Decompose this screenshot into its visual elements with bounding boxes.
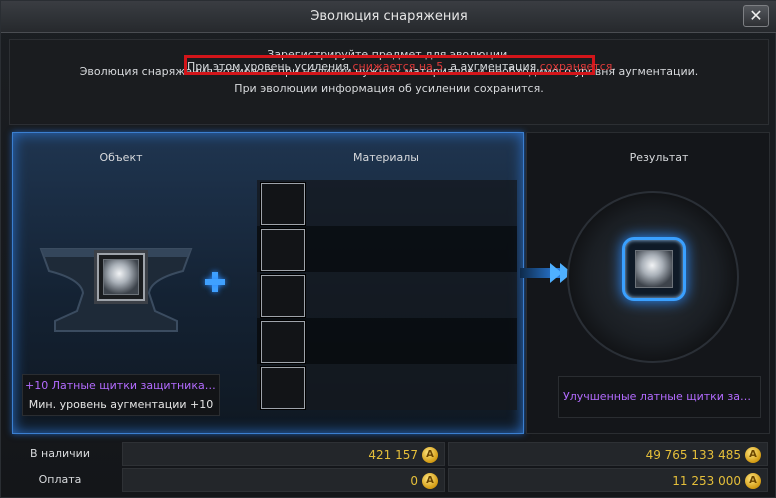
object-name-box: +10 Латные щитки защитника Кайс... Мин. … bbox=[22, 374, 220, 416]
payment-row: Оплата 0 A 11 253 000 A bbox=[1, 468, 776, 492]
coin-icon: A bbox=[745, 473, 761, 489]
material-row bbox=[257, 226, 517, 272]
warning-enchant-reduced: снижается на 5 bbox=[352, 60, 444, 73]
info-panel: Зарегистрируйте предмет для эволюции. Эв… bbox=[9, 39, 769, 125]
gauntlet-icon bbox=[635, 250, 673, 288]
material-row bbox=[257, 318, 517, 364]
payment-label: Оплата bbox=[38, 473, 82, 486]
material-slot-3[interactable] bbox=[261, 275, 305, 317]
available-label: В наличии bbox=[30, 447, 90, 460]
coin-icon: A bbox=[422, 473, 438, 489]
result-column-label: Результат bbox=[629, 151, 689, 164]
plus-icon bbox=[205, 272, 225, 292]
warning-text: При этом уровень усиления снижается на 5… bbox=[187, 60, 616, 73]
title-bar[interactable]: Эволюция снаряжения ✕ bbox=[1, 1, 776, 33]
material-slot-2[interactable] bbox=[261, 229, 305, 271]
materials-list bbox=[257, 180, 517, 420]
materials-column-label: Материалы bbox=[353, 151, 419, 164]
material-slot-4[interactable] bbox=[261, 321, 305, 363]
material-slot-1[interactable] bbox=[261, 183, 305, 225]
warning-highlight: При этом уровень усиления снижается на 5… bbox=[184, 55, 616, 75]
available-row: В наличии 421 157 A 49 765 133 485 A bbox=[1, 442, 776, 466]
material-row bbox=[257, 180, 517, 226]
payment-value-1: 0 bbox=[410, 474, 418, 488]
material-row bbox=[257, 272, 517, 318]
material-row bbox=[257, 364, 517, 410]
available-value-1-box: 421 157 A bbox=[122, 442, 445, 466]
info-line-enchant-kept: При эволюции информация об усилении сохр… bbox=[234, 82, 544, 95]
material-slot-5[interactable] bbox=[261, 367, 305, 409]
gauntlet-icon bbox=[103, 259, 139, 295]
gear-evolution-window: Эволюция снаряжения ✕ Зарегистрируйте пр… bbox=[0, 0, 776, 498]
payment-value-1-box: 0 A bbox=[122, 468, 445, 492]
result-item-name: Улучшенные латные щитки защитн... bbox=[563, 390, 756, 403]
object-item-slot[interactable] bbox=[97, 253, 145, 301]
payment-value-2: 11 253 000 bbox=[672, 474, 741, 488]
close-button[interactable]: ✕ bbox=[743, 5, 769, 27]
object-column-label: Объект bbox=[99, 151, 143, 164]
window-title: Эволюция снаряжения bbox=[310, 9, 468, 24]
coin-icon: A bbox=[422, 447, 438, 463]
coin-icon: A bbox=[745, 447, 761, 463]
result-item-slot[interactable] bbox=[622, 237, 686, 301]
available-value-1: 421 157 bbox=[368, 448, 418, 462]
object-requirement: Мин. уровень аугментации +10 bbox=[28, 398, 214, 411]
result-name-box: Улучшенные латные щитки защитн... bbox=[558, 376, 761, 418]
available-value-2: 49 765 133 485 bbox=[645, 448, 741, 462]
available-value-2-box: 49 765 133 485 A bbox=[448, 442, 768, 466]
warning-augment-kept: сохраняется bbox=[539, 60, 613, 73]
object-item-name: +10 Латные щитки защитника Кайс... bbox=[25, 379, 217, 392]
payment-value-2-box: 11 253 000 A bbox=[448, 468, 768, 492]
